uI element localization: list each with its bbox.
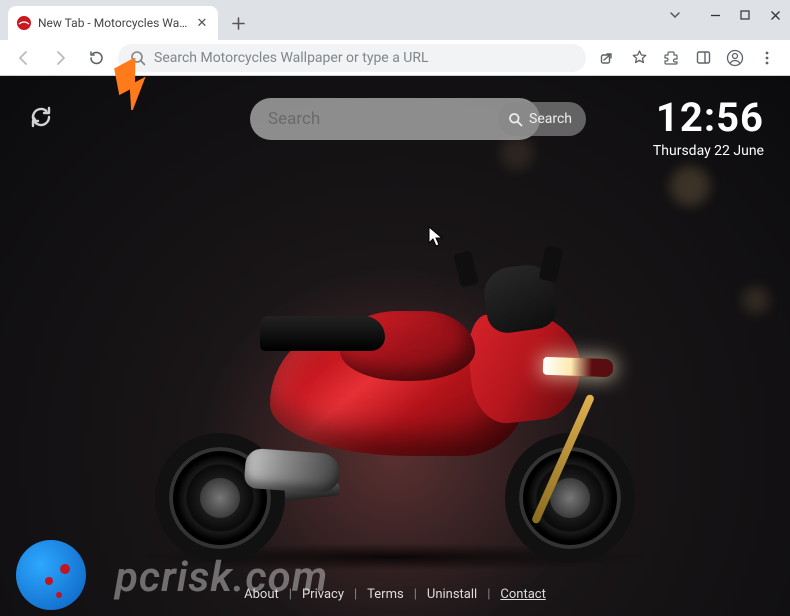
new-tab-button[interactable] bbox=[224, 9, 252, 37]
reload-icon bbox=[88, 49, 105, 66]
nav-forward-button[interactable] bbox=[46, 44, 74, 72]
page-search-input[interactable] bbox=[268, 109, 490, 129]
newtab-content: Search 12:56 Thursday 22 June About| Pri… bbox=[0, 76, 790, 616]
window-minimize-button[interactable] bbox=[700, 0, 730, 30]
chevron-down-icon bbox=[669, 9, 681, 21]
window-controls bbox=[660, 0, 790, 30]
wallpaper-motorcycle bbox=[115, 221, 675, 571]
bokeh-light bbox=[742, 286, 770, 314]
tab-close-icon[interactable]: ✕ bbox=[194, 15, 210, 31]
omnibox[interactable]: Search Motorcycles Wallpaper or type a U… bbox=[118, 44, 586, 72]
arrow-right-icon bbox=[51, 49, 69, 67]
toolbar-actions bbox=[594, 45, 780, 71]
tabs-dropdown-button[interactable] bbox=[660, 0, 690, 30]
share-icon bbox=[599, 49, 616, 66]
footer-link-terms[interactable]: Terms bbox=[367, 587, 404, 602]
footer-links: About| Privacy| Terms| Uninstall| Contac… bbox=[0, 587, 790, 602]
footer-link-uninstall[interactable]: Uninstall bbox=[427, 587, 477, 602]
clock-widget: 12:56 Thursday 22 June bbox=[653, 94, 764, 159]
page-search-bar: Search bbox=[250, 98, 540, 140]
close-icon bbox=[770, 10, 781, 21]
bookmark-button[interactable] bbox=[626, 45, 652, 71]
window-close-button[interactable] bbox=[760, 0, 790, 30]
share-button[interactable] bbox=[594, 45, 620, 71]
clock-date: Thursday 22 June bbox=[653, 143, 764, 159]
arrow-left-icon bbox=[15, 49, 33, 67]
search-button-label: Search bbox=[529, 111, 572, 127]
window-titlebar: New Tab - Motorcycles Wallpape ✕ bbox=[0, 0, 790, 40]
footer-link-about[interactable]: About bbox=[244, 587, 279, 602]
puzzle-icon bbox=[663, 50, 679, 66]
tab-favicon-icon bbox=[16, 15, 32, 31]
nav-reload-button[interactable] bbox=[82, 44, 110, 72]
profile-button[interactable] bbox=[722, 45, 748, 71]
browser-tab[interactable]: New Tab - Motorcycles Wallpape ✕ bbox=[8, 6, 218, 40]
sidepanel-button[interactable] bbox=[690, 45, 716, 71]
kebab-icon bbox=[759, 50, 775, 66]
bokeh-light bbox=[670, 166, 710, 206]
minimize-icon bbox=[710, 10, 721, 21]
extensions-button[interactable] bbox=[658, 45, 684, 71]
window-maximize-button[interactable] bbox=[730, 0, 760, 30]
panel-icon bbox=[696, 50, 711, 65]
search-icon bbox=[508, 112, 523, 127]
chrome-menu-button[interactable] bbox=[754, 45, 780, 71]
footer-link-contact[interactable]: Contact bbox=[500, 587, 545, 602]
page-search-button[interactable]: Search bbox=[498, 102, 586, 136]
omnibox-placeholder: Search Motorcycles Wallpaper or type a U… bbox=[154, 50, 429, 66]
star-icon bbox=[631, 49, 648, 66]
nav-back-button[interactable] bbox=[10, 44, 38, 72]
refresh-icon bbox=[28, 104, 54, 130]
wallpaper-refresh-button[interactable] bbox=[28, 104, 54, 134]
bokeh-light bbox=[500, 136, 534, 170]
profile-icon bbox=[726, 49, 744, 67]
plus-icon bbox=[232, 17, 245, 30]
tab-title: New Tab - Motorcycles Wallpape bbox=[38, 16, 188, 30]
maximize-icon bbox=[740, 10, 750, 20]
clock-time: 12:56 bbox=[653, 94, 764, 141]
footer-link-privacy[interactable]: Privacy bbox=[302, 587, 344, 602]
annotation-arrow-icon bbox=[114, 58, 162, 110]
